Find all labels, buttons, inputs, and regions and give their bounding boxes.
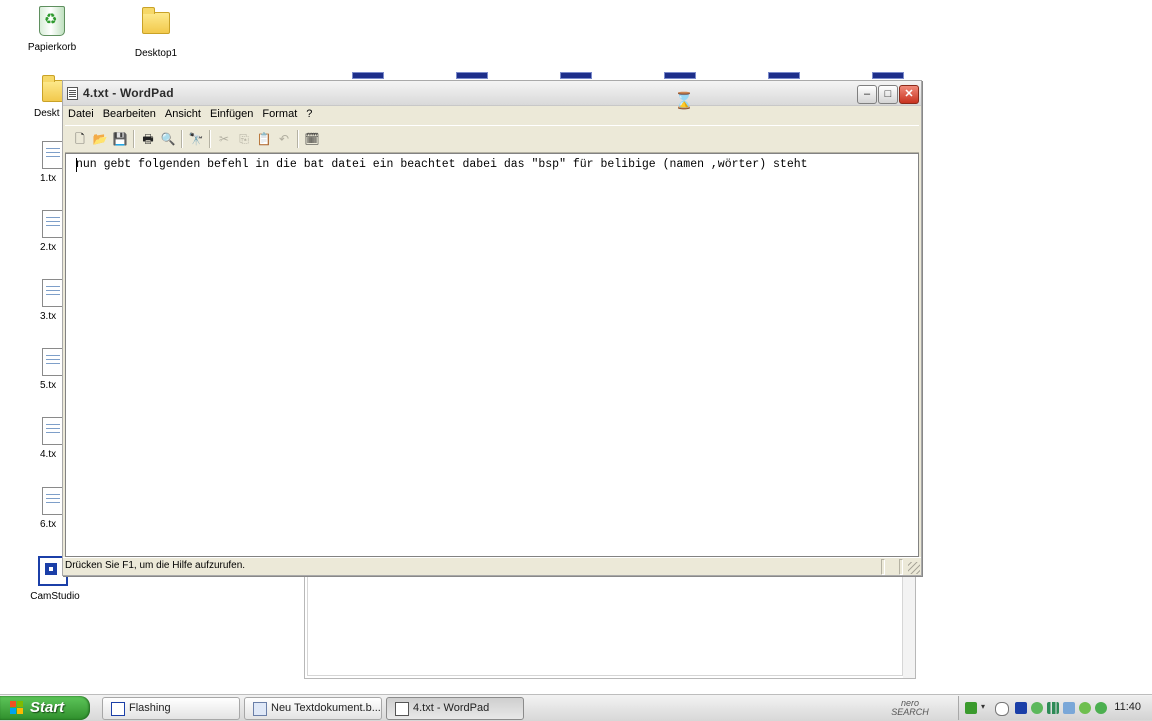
background-window-edge <box>872 72 904 79</box>
system-tray: ▾ 11:40 <box>958 696 1152 720</box>
insert-datetime-icon[interactable]: 🗓 <box>303 130 321 148</box>
save-icon[interactable]: 💾 <box>111 130 129 148</box>
wordpad-icon <box>395 702 409 716</box>
folder-icon <box>140 7 172 44</box>
toolbar-separator <box>133 130 135 148</box>
background-window-edge <box>456 72 488 79</box>
document-area[interactable]: nun gebt folgenden befehl in die bat dat… <box>65 153 919 557</box>
menu-bar: Datei Bearbeiten Ansicht Einfügen Format? <box>63 106 921 123</box>
clock[interactable]: 11:40 <box>1114 701 1141 713</box>
windows-flag-icon <box>10 701 24 715</box>
menu-einfuegen[interactable]: Einfügen <box>205 106 257 120</box>
title-bar[interactable]: 4.txt - WordPad – □ ✕ <box>63 81 921 106</box>
task-neu-textdokument[interactable]: Neu Textdokument.b... <box>244 697 382 720</box>
taskbar: Start Flashing Neu Textdokument.b... 4.t… <box>0 694 1152 721</box>
recycle-bin-icon <box>36 6 68 38</box>
paste-icon[interactable]: 📋 <box>255 130 273 148</box>
wordpad-app-icon[interactable] <box>67 87 78 100</box>
menu-ansicht[interactable]: Ansicht <box>160 106 205 120</box>
toolbar: 🗋 📂 💾 🖶 🔍 🔭 ✂ ⎘ 📋 ↶ 🗓 <box>65 125 919 153</box>
status-text: Drücken Sie F1, um die Hilfe aufzurufen. <box>65 560 246 571</box>
cut-icon[interactable]: ✂ <box>215 130 233 148</box>
task-wordpad[interactable]: 4.txt - WordPad <box>386 697 524 720</box>
status-cell <box>899 559 903 575</box>
print-preview-icon[interactable]: 🔍 <box>159 130 177 148</box>
new-icon[interactable]: 🗋 <box>71 130 89 148</box>
camstudio-icon <box>111 702 125 716</box>
tray-arrow-icon[interactable] <box>965 702 977 714</box>
document-text[interactable]: nun gebt folgenden befehl in die bat dat… <box>76 158 808 171</box>
copy-icon[interactable]: ⎘ <box>235 130 253 148</box>
close-button[interactable]: ✕ <box>899 85 919 104</box>
status-bar: Drücken Sie F1, um die Hilfe aufzurufen. <box>63 557 921 575</box>
print-icon[interactable]: 🖶 <box>139 130 157 148</box>
menu-datei[interactable]: Datei <box>63 106 98 120</box>
nero-search-logo[interactable]: nero SEARCH <box>875 699 945 717</box>
desktop-icon-desktop1[interactable]: Desktop1 <box>116 4 196 59</box>
find-icon[interactable]: 🔭 <box>187 130 205 148</box>
window-title: 4.txt - WordPad <box>83 86 174 100</box>
task-label: Neu Textdokument.b... <box>271 702 381 714</box>
network-icon[interactable] <box>1063 702 1075 714</box>
background-window-edge <box>560 72 592 79</box>
minimize-button[interactable]: – <box>857 85 877 104</box>
task-flashing[interactable]: Flashing <box>102 697 240 720</box>
toolbar-separator <box>297 130 299 148</box>
notepad-icon <box>253 702 267 716</box>
background-window-edge <box>352 72 384 79</box>
maximize-button[interactable]: □ <box>878 85 898 104</box>
desktop-icon-label: CamStudio <box>30 591 80 602</box>
signal-strength-icon[interactable] <box>1047 702 1059 714</box>
tray-app-icon[interactable] <box>1095 702 1107 714</box>
tray-app-icon[interactable] <box>1031 702 1043 714</box>
open-icon[interactable]: 📂 <box>91 130 109 148</box>
resize-grip-icon[interactable] <box>908 562 920 574</box>
hourglass-cursor-icon: ⌛ <box>674 93 694 110</box>
desktop-icon-label: Desktop1 <box>134 48 178 59</box>
menu-bearbeiten[interactable]: Bearbeiten <box>98 106 160 120</box>
task-label: 4.txt - WordPad <box>413 702 490 714</box>
toolbar-separator <box>209 130 211 148</box>
menu-format[interactable]: Format <box>257 106 301 120</box>
wordpad-window: 4.txt - WordPad – □ ✕ Datei Bearbeiten Ans… <box>62 80 922 576</box>
menu-help[interactable]: ? <box>301 106 316 120</box>
undo-icon[interactable]: ↶ <box>275 130 293 148</box>
tray-collapse-icon[interactable] <box>995 702 1009 716</box>
nero-logo-subtext: SEARCH <box>891 707 929 717</box>
start-button[interactable]: Start <box>0 696 90 720</box>
camstudio-tray-icon[interactable] <box>1015 702 1027 714</box>
tray-dropdown-icon[interactable]: ▾ <box>981 702 987 714</box>
background-window-text-area[interactable] <box>307 570 903 676</box>
desktop-icon-label: Papierkorb <box>27 42 77 53</box>
toolbar-separator <box>181 130 183 148</box>
background-window[interactable] <box>304 570 916 679</box>
desktop-icon-papierkorb[interactable]: Papierkorb <box>12 4 92 53</box>
tray-app-icon[interactable] <box>1079 702 1091 714</box>
background-window-edge <box>664 72 696 79</box>
status-cell <box>881 559 885 575</box>
start-label: Start <box>30 699 65 716</box>
background-window-scrollbar[interactable] <box>903 570 915 678</box>
background-window-edge <box>768 72 800 79</box>
task-label: Flashing <box>129 702 171 714</box>
